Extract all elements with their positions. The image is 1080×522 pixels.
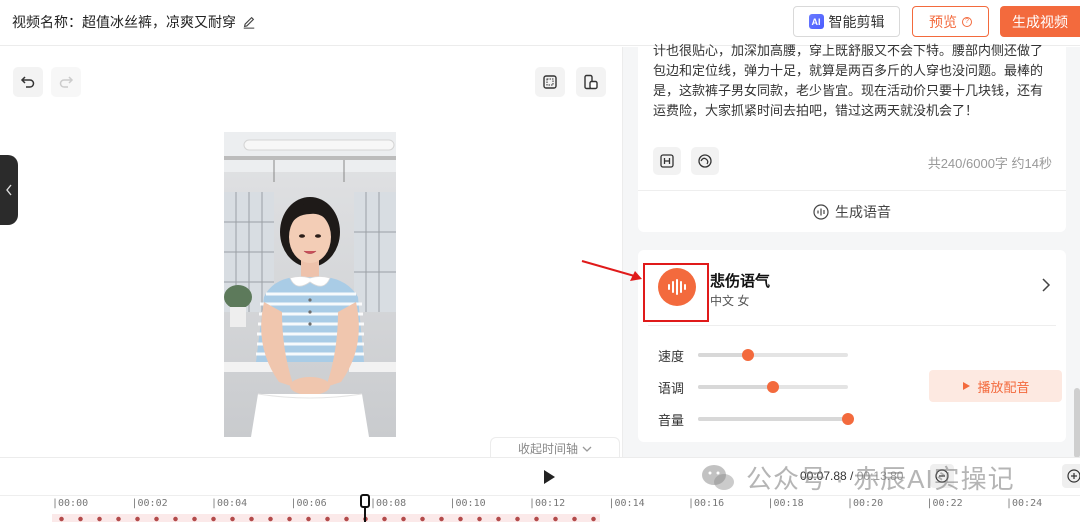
- pause-marker-icon: [660, 154, 674, 168]
- audio-track-markers: [52, 515, 600, 522]
- scrollbar[interactable]: [1074, 388, 1080, 458]
- annotation-highlight-box: [643, 263, 709, 322]
- preview-button[interactable]: 预览 ?: [912, 6, 989, 37]
- pitch-slider-fill: [698, 385, 773, 389]
- play-button[interactable]: [540, 468, 558, 486]
- zoom-in-button[interactable]: [1062, 464, 1080, 488]
- speed-slider-fill: [698, 353, 748, 357]
- generate-voice-label: 生成语音: [835, 203, 891, 220]
- word-count: 共240/6000字 约14秒: [927, 156, 1052, 171]
- video-title-label: 视频名称：: [12, 14, 82, 30]
- top-bar: 视频名称： 超值冰丝裤，凉爽又耐穿 AI 智能剪辑 预览 ? 生成视频: [0, 0, 1080, 46]
- wechat-icon: [702, 464, 734, 490]
- insert-pause-button[interactable]: [653, 147, 681, 175]
- timeline-tick: |00:10: [449, 498, 486, 509]
- pencil-icon[interactable]: [242, 15, 256, 29]
- swirl-icon: [698, 154, 712, 168]
- help-icon[interactable]: ?: [962, 16, 972, 27]
- right-panel: 计也很贴心，加深加高腰，穿上既舒服又不会下特。腰部内侧还做了包边和定位线，弹力十…: [623, 43, 1080, 457]
- video-title[interactable]: 视频名称： 超值冰丝裤，凉爽又耐穿: [12, 12, 256, 32]
- timeline-tick: |00:00: [52, 498, 89, 509]
- video-preview[interactable]: [224, 132, 396, 437]
- polyphone-button[interactable]: [691, 147, 719, 175]
- chevron-down-icon: [582, 446, 592, 452]
- pitch-slider-thumb[interactable]: [767, 381, 779, 393]
- speed-slider-row: 速度: [658, 345, 848, 365]
- redo-button[interactable]: [51, 67, 81, 97]
- undo-icon: [20, 76, 35, 88]
- voice-name: 悲伤语气: [710, 273, 771, 290]
- play-voice-label: 播放配音: [977, 379, 1030, 395]
- collapse-timeline-label: 收起时间轴: [517, 442, 578, 456]
- generate-voice-button[interactable]: 生成语音: [638, 190, 1066, 232]
- playhead-line: [364, 508, 366, 522]
- chevron-right-icon[interactable]: [1040, 278, 1052, 292]
- timeline-tick: |00:14: [608, 498, 645, 509]
- timeline-tick: |00:16: [688, 498, 725, 509]
- collapse-sidebar-tab[interactable]: [0, 155, 18, 225]
- voice-meta: 中文 女: [710, 294, 750, 308]
- voice-divider: [648, 325, 1056, 326]
- crop-button[interactable]: [535, 67, 565, 97]
- pitch-label: 语调: [658, 380, 685, 396]
- play-voice-button[interactable]: 播放配音: [929, 370, 1062, 402]
- ai-badge-icon: AI: [808, 14, 824, 29]
- volume-label: 音量: [658, 412, 685, 428]
- chevron-left-icon: [6, 184, 12, 196]
- preview-label: 预览: [929, 13, 957, 30]
- video-title-value: 超值冰丝裤，凉爽又耐穿: [82, 14, 236, 30]
- timeline-ruler[interactable]: |00:00 |00:02 |00:04 |00:06 |00:08 |00:10 |00:…: [0, 495, 1080, 509]
- volume-slider-fill: [698, 417, 848, 421]
- speed-slider[interactable]: [698, 349, 848, 361]
- pitch-slider[interactable]: [698, 381, 848, 393]
- annotation-arrow-icon: [581, 260, 642, 281]
- script-tools: [653, 147, 719, 175]
- layout-button[interactable]: [576, 67, 606, 97]
- timeline-tick: |00:04: [211, 498, 248, 509]
- speed-label: 速度: [658, 348, 685, 364]
- timeline-tick: |00:18: [767, 498, 804, 509]
- script-card: 计也很贴心，加深加高腰，穿上既舒服又不会下特。腰部内侧还做了包边和定位线，弹力十…: [638, 43, 1066, 232]
- timeline-tick: |00:24: [1006, 498, 1043, 509]
- voice-card: 悲伤语气 中文 女 速度 语调 音量 播放配音: [638, 250, 1066, 442]
- speed-slider-thumb[interactable]: [741, 349, 754, 361]
- generate-video-button[interactable]: 生成视频: [1000, 6, 1080, 37]
- crop-icon: [543, 75, 557, 89]
- canvas-area: 收起时间轴: [0, 47, 622, 459]
- audio-wave-icon: [813, 203, 829, 220]
- timeline-tick: |00:22: [926, 498, 963, 509]
- timeline-tick: |00:02: [131, 498, 168, 509]
- play-icon: [963, 382, 971, 390]
- playhead-handle[interactable]: [360, 494, 370, 508]
- presenter-image: [224, 132, 396, 437]
- layout-icon: [584, 74, 598, 90]
- watermark: 公众号 · 赤辰AI实操记: [700, 459, 1015, 496]
- volume-slider[interactable]: [698, 413, 854, 425]
- script-text[interactable]: 计也很贴心，加深加高腰，穿上既舒服又不会下特。腰部内侧还做了包边和定位线，弹力十…: [653, 41, 1053, 119]
- volume-slider-row: 音量: [658, 409, 854, 429]
- timeline-tick: |00:08: [370, 498, 407, 509]
- timeline-tick: |00:06: [290, 498, 327, 509]
- watermark-text: 公众号 · 赤辰AI实操记: [746, 464, 1015, 494]
- pitch-slider-row: 语调: [658, 377, 848, 397]
- ai-edit-button[interactable]: AI 智能剪辑: [793, 6, 900, 37]
- collapse-timeline-button[interactable]: 收起时间轴: [490, 437, 620, 459]
- generate-video-label: 生成视频: [1012, 13, 1068, 30]
- timeline-tick: |00:12: [529, 498, 566, 509]
- undo-button[interactable]: [13, 67, 43, 97]
- redo-icon: [59, 76, 74, 88]
- volume-slider-thumb[interactable]: [842, 413, 854, 425]
- ai-edit-label: 智能剪辑: [828, 13, 885, 30]
- timeline-tick: |00:20: [847, 498, 884, 509]
- zoom-in-icon: [1067, 469, 1080, 483]
